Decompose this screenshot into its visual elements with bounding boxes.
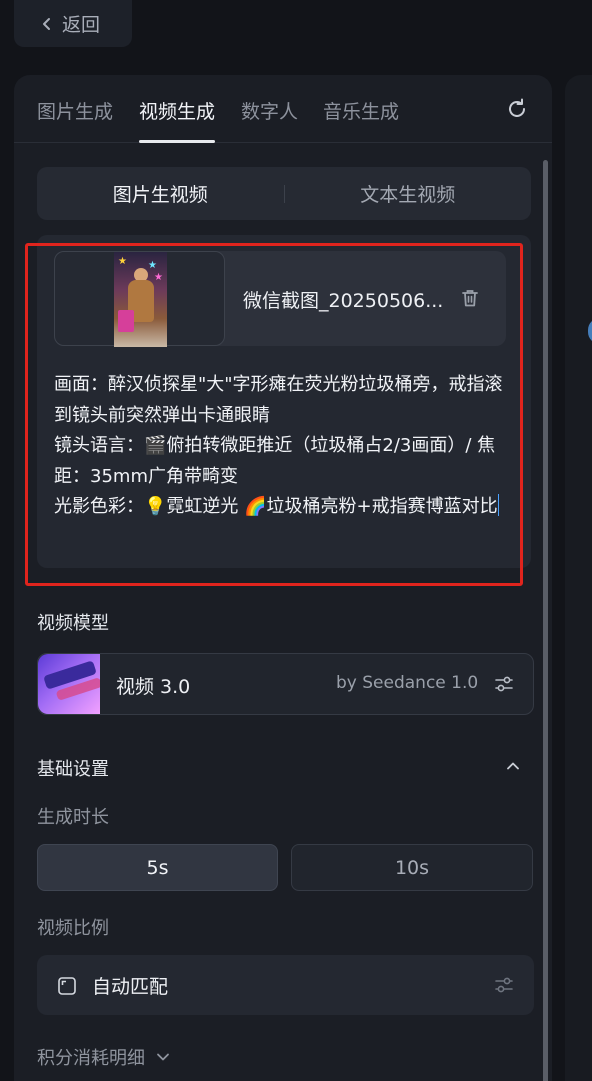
basic-settings-title: 基础设置 xyxy=(37,759,109,780)
mode-text-to-video[interactable]: 文本生视频 xyxy=(285,180,532,207)
ratio-label: 视频比例 xyxy=(37,918,109,939)
tab-image-generation[interactable]: 图片生成 xyxy=(37,97,113,143)
ratio-value: 自动匹配 xyxy=(92,976,169,998)
chevron-left-icon xyxy=(43,17,50,30)
aspect-ratio-icon xyxy=(58,977,76,995)
mode-image-to-video[interactable]: 图片生视频 xyxy=(37,180,284,207)
tab-digital-human[interactable]: 数字人 xyxy=(241,97,298,143)
right-panel xyxy=(565,75,592,1081)
chevron-down-icon xyxy=(157,1053,169,1061)
tab-music-generation[interactable]: 音乐生成 xyxy=(323,97,399,143)
video-model-title: 视频模型 xyxy=(37,613,109,634)
model-logo-icon xyxy=(38,654,100,714)
duration-10s-button[interactable]: 10s xyxy=(291,844,533,891)
duration-label: 生成时长 xyxy=(37,807,109,828)
model-name: 视频 3.0 xyxy=(116,676,191,698)
sliders-icon[interactable] xyxy=(493,673,515,695)
mode-switch: 图片生视频 文本生视频 xyxy=(37,167,531,220)
video-model-selector[interactable]: 视频 3.0 by Seedance 1.0 xyxy=(37,653,534,715)
tab-bar: 图片生成 视频生成 数字人 音乐生成 xyxy=(14,75,552,143)
video-ratio-selector[interactable]: 自动匹配 xyxy=(37,955,534,1015)
cost-detail-label: 积分消耗明细 xyxy=(37,1048,145,1069)
sliders-icon[interactable] xyxy=(493,974,515,996)
scrollbar[interactable] xyxy=(543,160,548,1081)
back-label: 返回 xyxy=(62,14,101,36)
back-button[interactable]: 返回 xyxy=(14,0,132,47)
model-provider: by Seedance 1.0 xyxy=(336,673,479,693)
chevron-up-icon[interactable] xyxy=(505,758,521,774)
highlight-frame xyxy=(25,243,523,586)
duration-5s-button[interactable]: 5s xyxy=(37,844,278,891)
refresh-icon[interactable] xyxy=(505,97,529,121)
tab-video-generation[interactable]: 视频生成 xyxy=(139,97,216,143)
cost-detail-toggle[interactable]: 积分消耗明细 xyxy=(37,1044,171,1070)
